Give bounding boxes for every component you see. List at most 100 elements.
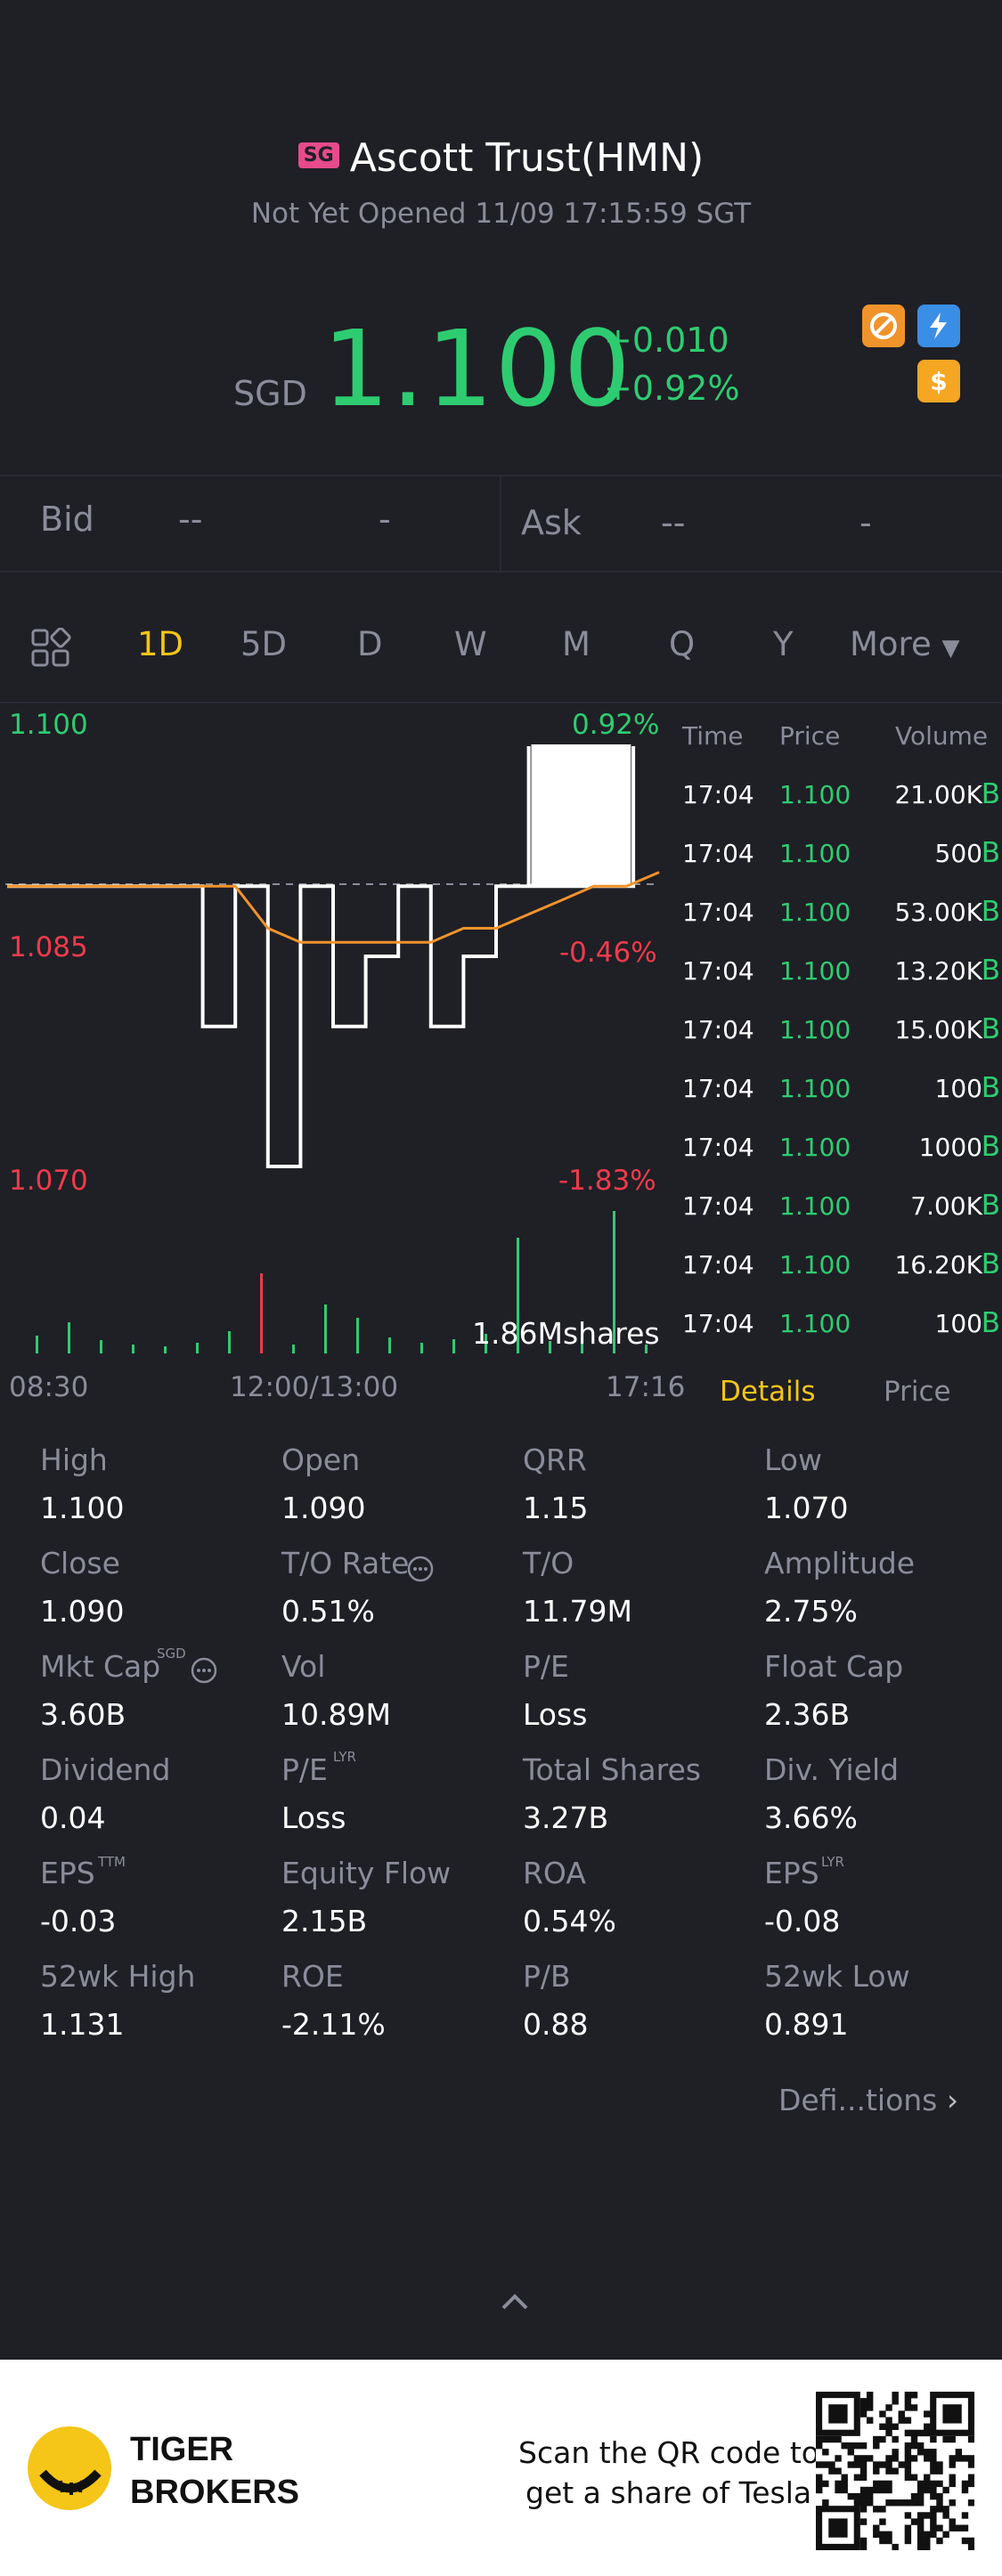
tab-w[interactable]: W <box>454 625 487 663</box>
volume-bar <box>228 1331 231 1353</box>
trades-header-volume: Volume <box>895 721 989 751</box>
trade-time: 17:04 <box>682 1309 754 1338</box>
ask-size: - <box>859 503 872 542</box>
promo-footer: TIGER BROKERS Scan the QR code to get a … <box>0 2360 1002 2576</box>
volume-bar <box>164 1346 167 1353</box>
detail-label: Vol <box>281 1649 326 1684</box>
trade-row: 17:04 1.100 500 B <box>677 825 1002 883</box>
trade-volume: 500 <box>934 839 982 868</box>
trade-price: 1.100 <box>779 956 851 986</box>
detail-value: 0.51% <box>281 1594 375 1629</box>
trade-ticker-list[interactable]: Time Price Volume 17:04 1.100 21.00K B 17:04… <box>677 703 1002 1408</box>
tab-y[interactable]: Y <box>773 625 794 663</box>
definitions-link-text: Defi...tions <box>778 2083 938 2117</box>
detail-label: P/E <box>281 1752 328 1787</box>
trade-price: 1.100 <box>779 898 851 927</box>
trade-price: 1.100 <box>779 1074 851 1103</box>
detail-value: -0.08 <box>764 1904 841 1938</box>
tab-5d[interactable]: 5D <box>240 625 287 663</box>
dollar-icon[interactable]: $ <box>917 360 960 402</box>
brand-line2: BROKERS <box>130 2474 300 2511</box>
trade-time: 17:04 <box>682 1133 754 1162</box>
detail-label: EPS <box>40 1856 95 1890</box>
trade-price: 1.100 <box>779 1133 851 1162</box>
trade-side: B <box>981 1013 1000 1045</box>
detail-label: Open <box>281 1442 361 1477</box>
detail-label: ROE <box>281 1959 344 1994</box>
trade-row: 17:04 1.100 100 B <box>677 1060 1002 1118</box>
qr-code-icon[interactable] <box>815 2391 975 2554</box>
trade-time: 17:04 <box>682 1074 754 1103</box>
bid-ask-divider <box>500 476 501 571</box>
detail-value: 2.36B <box>764 1697 851 1732</box>
tab-m[interactable]: M <box>562 625 591 663</box>
trade-volume: 15.00K <box>894 1015 982 1044</box>
trade-volume: 16.20K <box>894 1250 982 1280</box>
volume-bar <box>68 1322 70 1353</box>
chart-period-tabs: 1D 5D D W M Q Y More ▼ <box>0 588 1002 703</box>
tab-more-label: More <box>850 625 932 663</box>
eps-lyr-sup: LYR <box>821 1854 844 1870</box>
x-label-mid: 12:00/13:00 <box>230 1371 399 1403</box>
detail-value: Loss <box>281 1800 346 1835</box>
volume-label: 1.86Mshares <box>472 1316 660 1351</box>
detail-value: 2.15B <box>281 1904 368 1938</box>
detail-value: 0.891 <box>764 2007 849 2042</box>
trades-header-time: Time <box>682 721 744 751</box>
ask-label: Ask <box>521 503 582 542</box>
trade-price: 1.100 <box>779 1015 851 1044</box>
tab-details[interactable]: Details <box>720 1376 815 1408</box>
trade-price: 1.100 <box>779 1250 851 1280</box>
detail-value: 1.090 <box>40 1594 125 1629</box>
tab-q[interactable]: Q <box>669 625 695 663</box>
detail-label: P/E <box>523 1649 569 1684</box>
detail-label: Equity Flow <box>281 1856 452 1890</box>
flash-icon[interactable] <box>917 305 960 347</box>
detail-label: Dividend <box>40 1752 171 1787</box>
detail-label: High <box>40 1442 108 1477</box>
promo-line2: get a share of Tesla <box>525 2475 812 2510</box>
trade-row: 17:04 1.100 15.00K B <box>677 1001 1002 1060</box>
eps-ttm-sup: TTM <box>98 1854 126 1870</box>
detail-label: Low <box>764 1442 822 1477</box>
trade-row: 17:04 1.100 7.00K B <box>677 1177 1002 1236</box>
no-short-icon[interactable] <box>862 305 905 347</box>
tab-price[interactable]: Price <box>884 1376 951 1408</box>
ask-price: -- <box>661 503 686 542</box>
pe-lyr-sup: LYR <box>333 1749 356 1765</box>
volume-bar <box>132 1345 134 1353</box>
quote-header: SG Ascott Trust(HMN) Not Yet Opened 11/09… <box>0 0 1002 472</box>
detail-value: 1.090 <box>281 1491 366 1525</box>
x-label-start: 08:30 <box>9 1371 89 1403</box>
price-change-pct: +0.92% <box>604 369 740 408</box>
tab-1d[interactable]: 1D <box>137 625 183 663</box>
detail-value: 2.75% <box>764 1594 858 1629</box>
chart-svg <box>5 744 660 1353</box>
trade-side: B <box>981 1248 1000 1280</box>
trade-row: 17:04 1.100 16.20K B <box>677 1236 1002 1295</box>
trade-side: B <box>981 1307 1000 1339</box>
last-price: 1.100 <box>322 307 632 430</box>
stock-title[interactable]: Ascott Trust(HMN) <box>350 135 704 181</box>
trade-time: 17:04 <box>682 1250 754 1280</box>
trade-price: 1.100 <box>779 839 851 868</box>
mktcap-currency-sup: SGD <box>157 1646 186 1662</box>
intraday-chart[interactable]: 1.100 1.085 1.070 0.92% -0.46% -1.83% 1.… <box>0 703 685 1407</box>
info-more-icon[interactable] <box>190 1656 218 1688</box>
currency-label: SGD <box>233 374 307 413</box>
tab-d[interactable]: D <box>357 625 383 663</box>
definitions-link[interactable]: Defi...tions › <box>778 2083 958 2117</box>
trade-time: 17:04 <box>682 898 754 927</box>
chevron-up-icon[interactable] <box>501 2292 529 2315</box>
tab-more[interactable]: More ▼ <box>850 625 960 663</box>
trade-row: 17:04 1.100 53.00K B <box>677 883 1002 942</box>
trade-row: 17:04 1.100 13.20K B <box>677 942 1002 1001</box>
bid-size: - <box>379 500 391 539</box>
trade-side: B <box>981 955 1000 987</box>
trade-price: 1.100 <box>779 1309 851 1338</box>
info-more-icon[interactable] <box>406 1555 435 1587</box>
grid-layout-icon[interactable] <box>30 627 71 677</box>
trade-volume: 21.00K <box>894 780 982 809</box>
trade-side: B <box>981 1072 1000 1104</box>
trade-price: 1.100 <box>779 780 851 809</box>
